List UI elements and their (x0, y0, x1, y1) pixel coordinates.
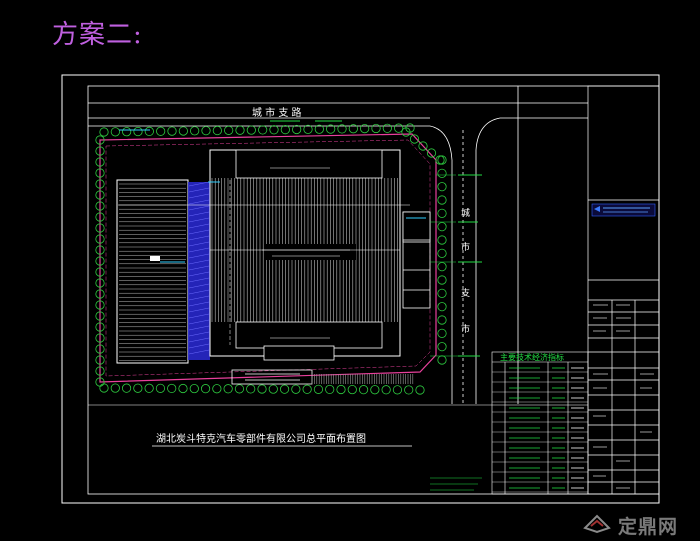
tree-icon (437, 168, 447, 178)
tree-icon (437, 208, 447, 218)
tree-icon (437, 342, 447, 352)
blue-strip (188, 182, 210, 360)
tree-icon (156, 126, 166, 136)
tree-icon (144, 126, 154, 137)
tree-icon (437, 222, 447, 232)
tech-index-rows (492, 367, 588, 493)
tree-icon (292, 124, 302, 135)
top-road-label: 城 市 支 路 (252, 106, 302, 119)
tree-icon (404, 385, 414, 395)
tree-icon (371, 123, 381, 134)
tree-icon (336, 384, 346, 395)
right-road-label-0: 城 (461, 208, 470, 219)
tree-icon (437, 288, 447, 298)
tree-icon (99, 383, 109, 393)
title-block (587, 85, 660, 495)
tree-icon (437, 315, 447, 325)
tree-icon (437, 328, 447, 338)
tree-icon (155, 383, 166, 393)
top-road (88, 102, 588, 127)
tree-icon (313, 384, 324, 394)
tree-icon (437, 182, 447, 192)
tree-icon (246, 384, 256, 394)
tree-icon (437, 355, 447, 365)
tech-table-title: 主要技术经济指标 (500, 352, 564, 362)
tree-icon (167, 383, 177, 394)
tree-icon (200, 384, 211, 394)
tree-icon (121, 383, 132, 393)
tree-icon (234, 384, 245, 394)
tree-icon (358, 385, 369, 395)
tree-icon (269, 125, 279, 135)
main-factory (209, 149, 401, 357)
tree-icon (258, 125, 268, 135)
tree-icon (223, 384, 233, 394)
company-logo-block (591, 203, 656, 217)
east-annex (402, 211, 431, 309)
tree-icon (212, 125, 222, 136)
tree-icon (437, 248, 447, 258)
tree-icon (167, 126, 177, 136)
parking-building (116, 179, 189, 364)
tree-icon (224, 125, 234, 135)
right-road-label-3: 市 (461, 323, 470, 335)
right-road-label-2: 支 (461, 287, 470, 299)
tree-icon (370, 385, 380, 395)
tree-icon (110, 383, 120, 393)
tree-icon (382, 123, 392, 133)
tree-icon (279, 384, 290, 394)
dingding-logo-icon (583, 514, 611, 534)
tree-icon (133, 383, 143, 393)
tree-icon (201, 126, 211, 136)
tree-icon (268, 384, 278, 394)
green-annotations (430, 174, 460, 357)
bottom-notes (430, 477, 482, 491)
tree-icon (437, 262, 447, 272)
tree-icon (280, 125, 290, 135)
south-buildings (231, 345, 335, 385)
tree-icon (178, 126, 188, 136)
right-road-labels: 城 市 支 市 (461, 208, 470, 335)
right-road-label-1: 市 (461, 241, 470, 253)
tree-icon (212, 384, 222, 394)
cad-drawing-view: 方案二: 城 市 支 路 城 市 支 市 主要技术经济指标 湖北炭斗特克汽车零部… (0, 0, 700, 541)
tree-icon (178, 383, 188, 394)
tree-icon (437, 235, 447, 245)
watermark-text: 定鼎网 (618, 516, 679, 538)
tree-icon (190, 126, 200, 136)
tree-icon (189, 383, 199, 394)
tree-icon (437, 195, 447, 205)
tree-icon (437, 302, 447, 312)
tree-icon (325, 384, 335, 395)
title-block-notes (593, 304, 654, 489)
tree-icon (435, 155, 445, 165)
tree-icon (99, 127, 109, 137)
tree-icon (110, 127, 120, 137)
tree-icon (347, 384, 357, 395)
tree-icon (437, 155, 447, 165)
tree-icon (133, 126, 143, 137)
tech-index-table (491, 351, 589, 495)
site-plan-drawing: 城 市 支 路 城 市 支 市 主要技术经济指标 (61, 74, 660, 534)
tree-icon (246, 125, 256, 135)
tree-icon (257, 384, 267, 394)
drawing-title: 湖北炭斗特克汽车零部件有限公司总平面布置图 (156, 434, 366, 445)
tree-icon (302, 384, 312, 394)
tree-icon (392, 385, 403, 395)
tree-icon (235, 125, 245, 135)
tree-icon (437, 275, 447, 285)
tree-icon (122, 127, 132, 137)
tree-icon (415, 385, 425, 395)
tree-icon (291, 384, 301, 394)
tree-icon (381, 385, 391, 395)
tree-icon (144, 383, 154, 393)
